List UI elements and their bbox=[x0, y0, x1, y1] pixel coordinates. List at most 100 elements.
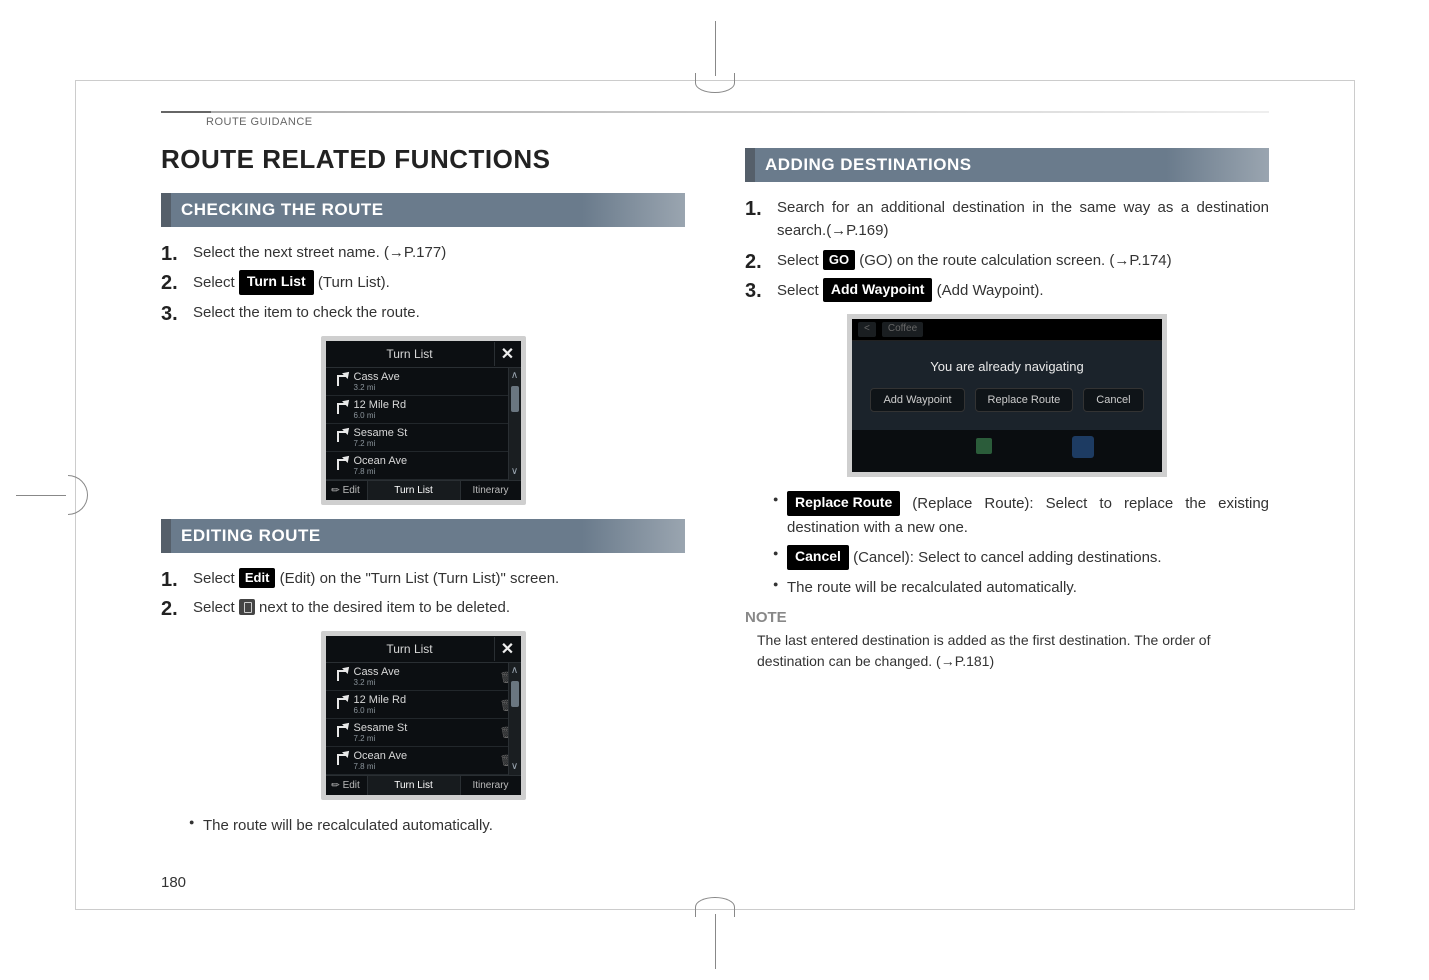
list-item: Select GO (GO) on the route calculation … bbox=[745, 249, 1269, 272]
scrollbar-thumb[interactable] bbox=[511, 681, 519, 707]
add-waypoint-button[interactable]: Add Waypoint bbox=[870, 388, 964, 412]
list-item: Replace Route (Replace Route): Select to… bbox=[773, 491, 1269, 539]
left-column: ROUTE RELATED FUNCTIONS CHECKING THE ROU… bbox=[161, 138, 685, 845]
turn-list-title: Turn List bbox=[326, 342, 495, 366]
street-name: Cass Ave3.2 mi bbox=[354, 371, 517, 393]
table-row[interactable]: Sesame St7.2 mi 🗑 bbox=[326, 719, 521, 747]
list-item: Select Edit (Edit) on the "Turn List (Tu… bbox=[161, 567, 685, 590]
trash-icon bbox=[239, 599, 255, 615]
navigating-popup-screenshot: < Coffee You are already navigating Add … bbox=[745, 314, 1269, 477]
step-text: (Add Waypoint). bbox=[932, 282, 1043, 299]
row-distance: 7.8 mi bbox=[354, 468, 517, 477]
step-text: Select the next street name. (→P.177) bbox=[193, 244, 446, 261]
section-adding-destinations: ADDING DESTINATIONS bbox=[745, 148, 1269, 182]
scrollbar[interactable]: ∧ ∨ bbox=[508, 368, 521, 480]
table-row[interactable]: Cass Ave3.2 mi bbox=[326, 368, 521, 396]
replace-route-button-label: Replace Route bbox=[787, 491, 900, 516]
scrollbar-track[interactable] bbox=[509, 384, 521, 464]
table-row[interactable]: 12 Mile Rd6.0 mi bbox=[326, 396, 521, 424]
add-waypoint-button-label: Add Waypoint bbox=[823, 278, 933, 303]
running-head: ROUTE GUIDANCE bbox=[161, 116, 1269, 128]
row-distance: 6.0 mi bbox=[354, 412, 517, 421]
checking-route-steps: Select the next street name. (→P.177) Se… bbox=[161, 241, 685, 324]
turn-right-icon bbox=[330, 668, 350, 686]
table-row[interactable]: Ocean Ave7.8 mi 🗑 bbox=[326, 747, 521, 775]
cancel-button[interactable]: Cancel bbox=[1083, 388, 1143, 412]
adding-destinations-bullets: Replace Route (Replace Route): Select to… bbox=[773, 491, 1269, 599]
popup-message: You are already navigating bbox=[852, 359, 1162, 374]
itinerary-tab[interactable]: Itinerary bbox=[461, 776, 521, 795]
table-row[interactable]: 12 Mile Rd6.0 mi 🗑 bbox=[326, 691, 521, 719]
table-row[interactable]: Sesame St7.2 mi bbox=[326, 424, 521, 452]
right-column: ADDING DESTINATIONS Search for an additi… bbox=[745, 138, 1269, 845]
turn-list-title: Turn List bbox=[326, 637, 495, 661]
scrollbar[interactable]: ∧ ∨ bbox=[508, 663, 521, 775]
chevron-up-icon[interactable]: ∧ bbox=[509, 368, 521, 384]
turn-list-header: Turn List ✕ bbox=[326, 636, 521, 663]
scrollbar-track[interactable] bbox=[509, 679, 521, 759]
turn-list-footer: ✎Edit Turn List Itinerary bbox=[326, 775, 521, 795]
table-row[interactable]: Cass Ave3.2 mi 🗑 bbox=[326, 663, 521, 691]
turn-right-icon bbox=[330, 724, 350, 742]
step-text: Search for an additional destination in … bbox=[777, 199, 1269, 239]
scrollbar-thumb[interactable] bbox=[511, 386, 519, 412]
section-checking-route: CHECKING THE ROUTE bbox=[161, 193, 685, 227]
street-name: Sesame St7.2 mi bbox=[354, 427, 517, 449]
list-item: The route will be recalculated automatic… bbox=[189, 814, 685, 837]
chevron-down-icon[interactable]: ∨ bbox=[509, 759, 521, 775]
chevron-down-icon[interactable]: ∨ bbox=[509, 464, 521, 480]
turn-list-header: Turn List ✕ bbox=[326, 341, 521, 368]
crop-mark-top-semi bbox=[695, 73, 735, 93]
step-text: Select bbox=[193, 599, 239, 616]
close-icon[interactable]: ✕ bbox=[495, 341, 521, 367]
itinerary-tab[interactable]: Itinerary bbox=[461, 481, 521, 500]
adding-destinations-steps: Search for an additional destination in … bbox=[745, 196, 1269, 302]
back-chip[interactable]: < bbox=[858, 322, 876, 337]
turn-list-tab[interactable]: Turn List bbox=[368, 481, 461, 500]
list-item: Select next to the desired item to be de… bbox=[161, 596, 685, 619]
step-text: Select bbox=[777, 282, 823, 299]
row-label: 12 Mile Rd bbox=[354, 399, 407, 411]
list-item: The route will be recalculated automatic… bbox=[773, 576, 1269, 599]
turn-list-tab[interactable]: Turn List bbox=[368, 776, 461, 795]
step-text: (Edit) on the "Turn List (Turn List)" sc… bbox=[275, 570, 559, 587]
step-text: (GO) on the route calculation screen. (→… bbox=[855, 252, 1172, 269]
turn-right-icon bbox=[330, 373, 350, 391]
turn-right-icon bbox=[330, 429, 350, 447]
bullet-text: The route will be recalculated automatic… bbox=[203, 817, 493, 834]
map-marker-icon bbox=[976, 438, 992, 454]
two-column-layout: ROUTE RELATED FUNCTIONS CHECKING THE ROU… bbox=[161, 138, 1269, 845]
step-text: (Turn List). bbox=[314, 274, 390, 291]
row-label: 12 Mile Rd bbox=[354, 694, 407, 706]
close-icon[interactable]: ✕ bbox=[495, 636, 521, 662]
list-item: Select the item to check the route. bbox=[161, 301, 685, 324]
turn-list-panel: Turn List ✕ Cass Ave3.2 mi 🗑 12 Mile Rd6… bbox=[321, 631, 526, 800]
turn-list-body: Cass Ave3.2 mi 12 Mile Rd6.0 mi Sesame S… bbox=[326, 368, 521, 480]
crop-mark-top bbox=[715, 21, 716, 76]
bullet-text: (Cancel): Select to cancel adding destin… bbox=[849, 549, 1162, 566]
street-name: Sesame St7.2 mi bbox=[354, 722, 497, 744]
edit-tab[interactable]: ✎Edit bbox=[326, 481, 368, 500]
go-button-label: GO bbox=[823, 250, 855, 270]
turn-list-button-label: Turn List bbox=[239, 270, 314, 295]
row-label: Sesame St bbox=[354, 427, 408, 439]
step-text: Select the item to check the route. bbox=[193, 304, 420, 321]
turn-list-edit-screenshot: Turn List ✕ Cass Ave3.2 mi 🗑 12 Mile Rd6… bbox=[161, 631, 685, 800]
crop-mark-bottom bbox=[715, 914, 716, 969]
step-text: Select bbox=[777, 252, 823, 269]
step-text: Select bbox=[193, 274, 239, 291]
row-distance: 3.2 mi bbox=[354, 679, 497, 688]
turn-right-icon bbox=[330, 696, 350, 714]
chevron-up-icon[interactable]: ∧ bbox=[509, 663, 521, 679]
page-number: 180 bbox=[161, 874, 186, 891]
cancel-button-label: Cancel bbox=[787, 545, 849, 570]
turn-right-icon bbox=[330, 401, 350, 419]
list-item: Select Add Waypoint (Add Waypoint). bbox=[745, 278, 1269, 303]
crop-mark-left bbox=[16, 495, 66, 496]
replace-route-button[interactable]: Replace Route bbox=[975, 388, 1074, 412]
row-label: Ocean Ave bbox=[354, 750, 408, 762]
turn-right-icon bbox=[330, 457, 350, 475]
edit-tab[interactable]: ✎Edit bbox=[326, 776, 368, 795]
search-term-chip: Coffee bbox=[882, 322, 923, 337]
table-row[interactable]: Ocean Ave7.8 mi bbox=[326, 452, 521, 480]
